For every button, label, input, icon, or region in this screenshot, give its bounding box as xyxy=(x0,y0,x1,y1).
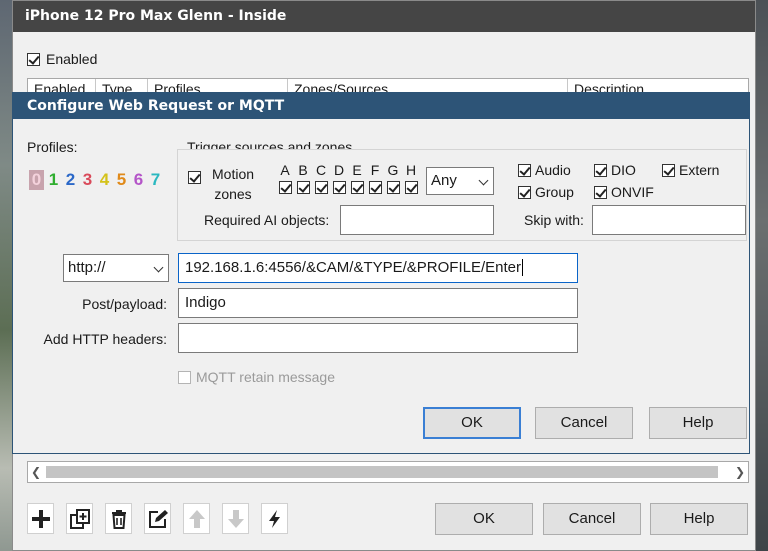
outer-help-button[interactable]: Help xyxy=(650,503,748,535)
profile-1[interactable]: 1 xyxy=(46,170,61,190)
window-title: iPhone 12 Pro Max Glenn - Inside xyxy=(13,1,755,32)
text-cursor xyxy=(522,259,524,276)
dio-checkbox[interactable]: DIO xyxy=(594,162,636,178)
add-button[interactable] xyxy=(27,503,54,534)
zone-letter: D xyxy=(333,162,345,178)
zone-checkbox-d[interactable] xyxy=(332,181,346,194)
zone-checkbox-h[interactable] xyxy=(404,181,418,194)
edit-button[interactable] xyxy=(144,503,171,534)
http-headers-label: Add HTTP headers: xyxy=(43,331,167,347)
zone-letter: H xyxy=(405,162,417,178)
zone-checkbox-a[interactable] xyxy=(278,181,292,194)
edit-icon xyxy=(148,509,168,528)
zone-h: H xyxy=(402,162,420,194)
enabled-checkbox-box[interactable] xyxy=(27,52,40,66)
move-down-button[interactable] xyxy=(222,503,249,534)
zone-letter: B xyxy=(298,162,308,178)
extern-checkbox[interactable]: Extern xyxy=(662,162,719,178)
duplicate-button[interactable] xyxy=(66,503,93,534)
chevron-down-icon xyxy=(478,175,489,186)
dialog-help-button[interactable]: Help xyxy=(649,407,747,439)
enabled-checkbox[interactable]: Enabled xyxy=(27,51,97,67)
motion-zones-checkbox[interactable] xyxy=(188,170,201,184)
zone-letter: C xyxy=(315,162,327,178)
zone-checkboxes: ABCDEFGH xyxy=(276,162,420,194)
trash-icon xyxy=(111,509,126,529)
post-payload-label: Post/payload: xyxy=(82,296,167,312)
profile-0[interactable]: 0 xyxy=(29,170,44,190)
required-ai-input[interactable] xyxy=(340,205,494,235)
profile-7[interactable]: 7 xyxy=(148,170,163,190)
protocol-select[interactable]: http:// xyxy=(63,254,169,282)
profile-3[interactable]: 3 xyxy=(80,170,95,190)
zone-d: D xyxy=(330,162,348,194)
lightning-icon xyxy=(268,509,280,528)
outer-cancel-button[interactable]: Cancel xyxy=(543,503,641,535)
configure-web-request-dialog: Configure Web Request or MQTT Profiles: … xyxy=(12,92,750,454)
enabled-label: Enabled xyxy=(46,51,98,67)
chevron-down-icon xyxy=(153,262,164,273)
arrow-down-icon xyxy=(227,509,244,528)
motion-zones-label: Motion zones xyxy=(212,166,255,202)
add-icon xyxy=(31,509,50,528)
outer-ok-button[interactable]: OK xyxy=(435,503,533,535)
zone-letter: A xyxy=(280,162,290,178)
zone-checkbox-g[interactable] xyxy=(386,181,400,194)
background-right-strip xyxy=(754,0,768,551)
horizontal-scrollbar[interactable]: ❮ ❯ xyxy=(27,461,749,483)
zone-letter: G xyxy=(387,162,399,178)
zone-letter: F xyxy=(370,162,380,178)
zone-checkbox-b[interactable] xyxy=(296,181,310,194)
test-button[interactable] xyxy=(261,503,288,534)
profiles-selector: 01234567 xyxy=(29,170,163,190)
skip-with-input[interactable] xyxy=(592,205,746,235)
actions-toolbar xyxy=(27,503,288,534)
audio-checkbox[interactable]: Audio xyxy=(518,162,571,178)
zone-letter: E xyxy=(352,162,362,178)
zone-f: F xyxy=(366,162,384,194)
http-headers-input[interactable] xyxy=(178,323,578,353)
post-payload-input[interactable]: Indigo xyxy=(178,288,578,318)
profiles-label: Profiles: xyxy=(27,139,78,155)
zone-a: A xyxy=(276,162,294,194)
arrow-up-icon xyxy=(188,509,205,528)
group-checkbox[interactable]: Group xyxy=(518,184,574,200)
zone-checkbox-e[interactable] xyxy=(350,181,364,194)
profile-5[interactable]: 5 xyxy=(114,170,129,190)
profile-2[interactable]: 2 xyxy=(63,170,78,190)
duplicate-icon xyxy=(69,508,90,529)
mqtt-retain-checkbox[interactable]: MQTT retain message xyxy=(178,369,335,385)
trigger-sources-group: Motion zones ABCDEFGH Any Audio DIO Exte… xyxy=(177,149,747,241)
dialog-ok-button[interactable]: OK xyxy=(423,407,521,439)
required-ai-label: Required AI objects: xyxy=(204,212,330,228)
move-up-button[interactable] xyxy=(183,503,210,534)
dialog-cancel-button[interactable]: Cancel xyxy=(535,407,633,439)
scroll-left-icon[interactable]: ❮ xyxy=(29,464,43,480)
skip-with-label: Skip with: xyxy=(524,212,584,228)
zone-e: E xyxy=(348,162,366,194)
scroll-right-icon[interactable]: ❯ xyxy=(733,464,747,480)
zone-c: C xyxy=(312,162,330,194)
scrollbar-thumb[interactable] xyxy=(46,466,718,478)
zone-g: G xyxy=(384,162,402,194)
dialog-title: Configure Web Request or MQTT xyxy=(13,93,749,119)
onvif-checkbox[interactable]: ONVIF xyxy=(594,184,654,200)
delete-button[interactable] xyxy=(105,503,132,534)
zone-mode-select[interactable]: Any xyxy=(426,167,494,195)
zone-checkbox-c[interactable] xyxy=(314,181,328,194)
profile-6[interactable]: 6 xyxy=(131,170,146,190)
url-input[interactable]: 192.168.1.6:4556/&CAM/&TYPE/&PROFILE/Ent… xyxy=(178,253,578,283)
profile-4[interactable]: 4 xyxy=(97,170,112,190)
zone-b: B xyxy=(294,162,312,194)
zone-checkbox-f[interactable] xyxy=(368,181,382,194)
